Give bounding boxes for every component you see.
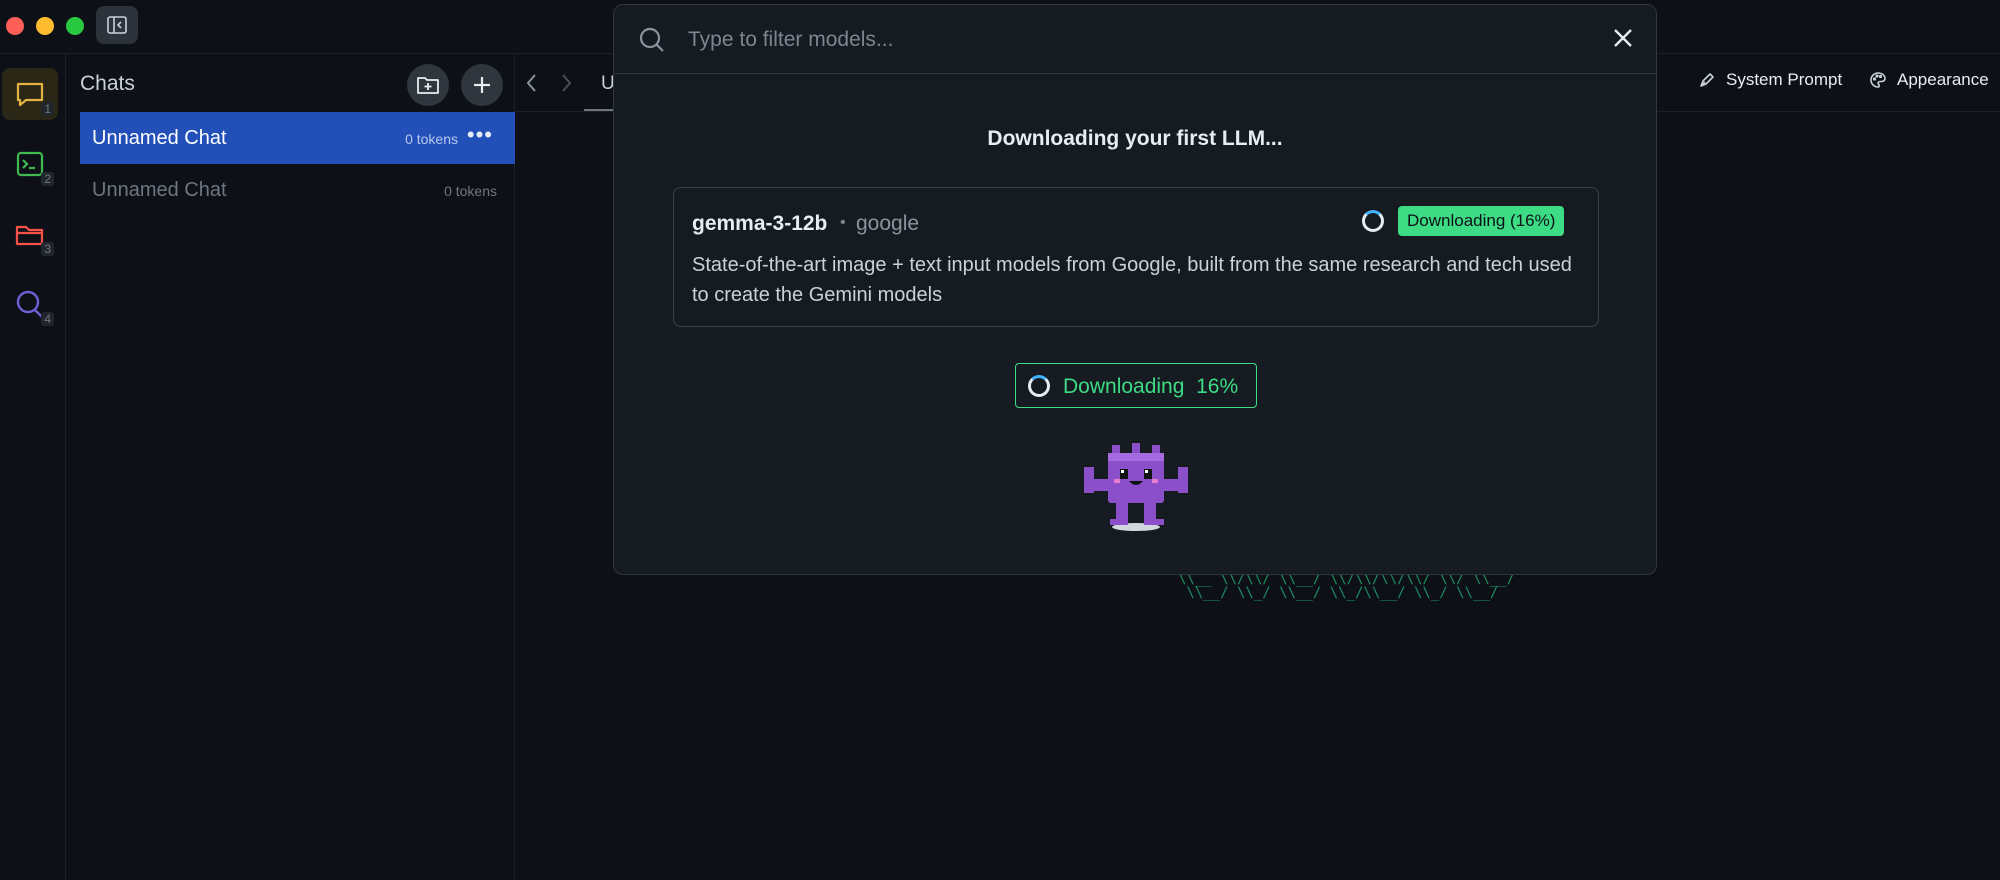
activity-search[interactable]: 4 (2, 278, 58, 330)
shortcut-number: 1 (41, 102, 54, 116)
modal-heading: Downloading your first LLM... (987, 127, 1283, 150)
chat-token-count: 0 tokens (444, 183, 497, 199)
appearance-label: Appearance (1897, 70, 1989, 89)
loading-spinner-icon (1362, 210, 1384, 232)
more-options-icon[interactable]: ••• (467, 122, 493, 148)
model-name: gemma-3-12b (692, 212, 828, 235)
close-icon[interactable] (1612, 27, 1634, 49)
chevron-right-icon[interactable] (558, 72, 574, 94)
tab-unnamed-chat[interactable]: U (584, 56, 615, 112)
activity-terminal[interactable]: 2 (2, 138, 58, 190)
sidebar-panel-icon (107, 16, 127, 34)
chats-panel: Chats Unnamed Chat 0 tokens ••• Unnamed … (66, 54, 515, 880)
model-picker-modal: Downloading your first LLM... gemma-3-12… (613, 4, 1657, 575)
maximize-window-button[interactable] (66, 17, 84, 35)
download-status-badge: Downloading (16%) (1398, 206, 1565, 236)
activity-chats[interactable]: 1 (2, 68, 58, 120)
download-progress-indicator: Downloading 16% (1015, 363, 1257, 408)
plus-icon (474, 77, 490, 93)
appearance-button[interactable]: Appearance (1869, 70, 1989, 90)
activity-files[interactable]: 3 (2, 208, 58, 260)
shortcut-number: 4 (41, 312, 54, 326)
minimize-window-button[interactable] (36, 17, 54, 35)
close-window-button[interactable] (6, 17, 24, 35)
model-organization: google (856, 212, 920, 235)
new-folder-button[interactable] (407, 64, 449, 106)
shortcut-number: 2 (41, 172, 54, 186)
new-chat-button[interactable] (461, 64, 503, 106)
chevron-left-icon[interactable] (524, 72, 540, 94)
model-search-bar (614, 5, 1656, 74)
activity-bar: 1 2 3 4 (0, 54, 66, 880)
search-icon (639, 27, 664, 52)
robot-mascot-icon (1084, 443, 1188, 531)
model-separator: • (840, 214, 846, 231)
chat-name: Unnamed Chat (92, 127, 227, 149)
chats-title: Chats (80, 72, 135, 95)
shortcut-number: 3 (41, 242, 54, 256)
system-prompt-label: System Prompt (1726, 70, 1843, 89)
download-percent: 16% (1196, 375, 1239, 398)
model-description: State-of-the-art image + text input mode… (692, 254, 1572, 306)
pen-icon (1700, 73, 1714, 87)
loading-spinner-icon (1028, 375, 1050, 397)
model-card[interactable]: gemma-3-12b • google Downloading (16%) S… (673, 187, 1599, 327)
chat-token-count: 0 tokens (405, 131, 458, 147)
palette-icon (1870, 72, 1886, 88)
download-label: Downloading (1063, 375, 1185, 398)
chat-list-item[interactable]: Unnamed Chat 0 tokens ••• (80, 112, 515, 164)
sidebar-toggle-button[interactable] (96, 6, 138, 44)
chat-name: Unnamed Chat (92, 179, 227, 201)
folder-plus-icon (417, 77, 439, 94)
ascii-art-logo: \\__ \\/\\/ \\__/ \\/\\/\\/\\/ \\/ \\__/… (1178, 571, 1516, 601)
download-progress-text: Downloading 16% (1063, 375, 1238, 399)
chat-list-item[interactable]: Unnamed Chat 0 tokens (80, 164, 515, 216)
system-prompt-button[interactable]: System Prompt (1698, 70, 1842, 90)
model-filter-input[interactable] (688, 25, 1568, 55)
